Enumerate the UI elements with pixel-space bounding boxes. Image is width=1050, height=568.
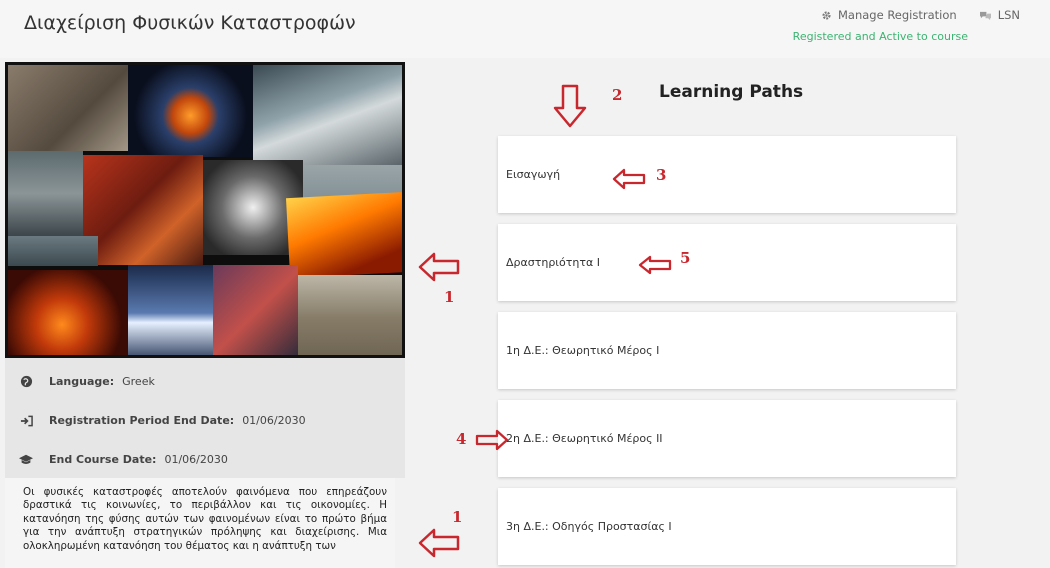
annotation-number: 2 (612, 86, 623, 104)
course-info: Language: Greek Registration Period End … (5, 358, 405, 478)
learning-path-item[interactable]: Δραστηριότητα Ι (498, 224, 956, 301)
lsn-link[interactable]: LSN (979, 8, 1020, 22)
globe-icon (19, 375, 33, 389)
registration-end-row: Registration Period End Date: 01/06/2030 (5, 401, 405, 440)
annotation-number: 5 (680, 249, 691, 267)
sign-in-icon (19, 414, 33, 428)
course-end-row: End Course Date: 01/06/2030 (5, 440, 405, 479)
header-right: Manage Registration LSN Registered and A… (793, 8, 1020, 43)
learning-path-item[interactable]: 3η Δ.Ε.: Οδηγός Προστασίας Ι (498, 488, 956, 565)
learning-path-label: 2η Δ.Ε.: Θεωρητικό Μέρος ΙΙ (506, 432, 663, 445)
learning-path-label: Δραστηριότητα Ι (506, 256, 600, 269)
down-arrow-icon (553, 84, 587, 128)
learning-path-item[interactable]: 1η Δ.Ε.: Θεωρητικό Μέρος Ι (498, 312, 956, 389)
chat-icon (979, 11, 991, 20)
registration-end-value: 01/06/2030 (242, 414, 306, 427)
learning-path-label: 3η Δ.Ε.: Οδηγός Προστασίας Ι (506, 520, 672, 533)
course-sidebar: Language: Greek Registration Period End … (5, 62, 405, 568)
learning-path-item[interactable]: Εισαγωγή (498, 136, 956, 213)
language-row: Language: Greek (5, 362, 405, 401)
course-description: Οι φυσικές καταστροφές αποτελούν φαινόμε… (5, 478, 395, 568)
learning-paths-title: Learning Paths (659, 82, 804, 102)
left-arrow-icon (418, 252, 460, 282)
learning-path-label: Εισαγωγή (506, 168, 561, 181)
annotation-number: 1 (452, 508, 463, 526)
annotation-number: 1 (444, 288, 455, 306)
left-arrow-icon (612, 168, 646, 190)
course-title: Διαχείριση Φυσικών Καταστροφών (24, 12, 356, 34)
language-label: Language: (49, 375, 115, 388)
graduation-cap-icon (19, 453, 33, 467)
manage-registration-link[interactable]: Manage Registration (821, 8, 957, 22)
language-value: Greek (122, 375, 155, 388)
annotation-number: 4 (456, 430, 467, 448)
course-end-value: 01/06/2030 (164, 453, 228, 466)
registration-status: Registered and Active to course (792, 30, 968, 43)
learning-path-item[interactable]: 2η Δ.Ε.: Θεωρητικό Μέρος ΙΙ (498, 400, 956, 477)
right-arrow-icon (475, 429, 509, 451)
registration-end-label: Registration Period End Date: (49, 414, 235, 427)
manage-registration-label: Manage Registration (838, 8, 957, 22)
course-image (5, 62, 405, 358)
left-arrow-icon (638, 255, 672, 275)
header: Διαχείριση Φυσικών Καταστροφών Manage Re… (0, 0, 1050, 58)
course-end-label: End Course Date: (49, 453, 157, 466)
gear-icon (822, 10, 831, 20)
learning-path-label: 1η Δ.Ε.: Θεωρητικό Μέρος Ι (506, 344, 660, 357)
annotation-number: 3 (656, 166, 667, 184)
lsn-label: LSN (997, 8, 1020, 22)
left-arrow-icon (418, 528, 460, 558)
